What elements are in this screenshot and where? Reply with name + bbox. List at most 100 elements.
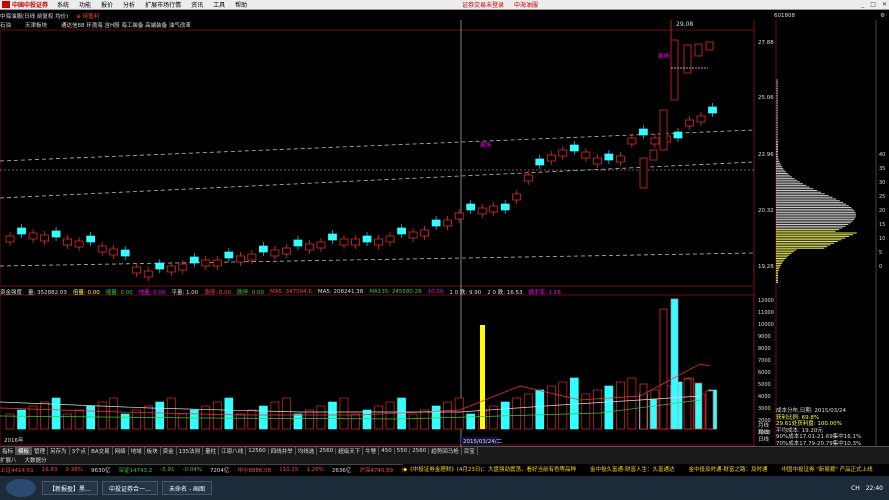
indicator-tab-15[interactable]: 均线选: [296, 447, 318, 455]
indicator-tab-10[interactable]: 135法则: [177, 447, 204, 455]
volume-bar-28: [328, 401, 337, 430]
indicator-tab-22[interactable]: 趋势回马枪: [429, 447, 462, 455]
candle-body-0: [5, 235, 15, 243]
minimize-icon[interactable]: _: [861, 1, 864, 8]
indicator-tab-1[interactable]: 模板: [16, 447, 33, 455]
menu-item-3[interactable]: 分析: [118, 0, 140, 9]
windows-taskbar: 【新报盈】黑… 中投证券合一… 未命名 - 画图 CH 22:40: [0, 476, 889, 500]
indicator-tabs: 指标 模板 管理 另存为 3个点 BA交易 网络 地域 板块 资金 135法则 量柱 江恩八线 12560…: [0, 446, 889, 455]
indicator-tab-8[interactable]: 板块: [145, 447, 161, 455]
surge-volume-1: [649, 398, 658, 430]
menu-item-7[interactable]: 帮助: [230, 0, 252, 9]
indicator-tab-17[interactable]: 超级天下: [336, 447, 364, 455]
settings-icon[interactable]: ⚙: [880, 13, 885, 19]
indicator-tab-20[interactable]: 550: [395, 448, 411, 454]
ticker-item-4: 深证14743.2: [118, 467, 153, 474]
menu-item-6[interactable]: 工具: [208, 0, 230, 9]
ticker-item-5: -5.91: [160, 466, 175, 473]
candle-body-31: [362, 235, 372, 243]
candle-body-42: [489, 205, 499, 213]
menu-item-2[interactable]: 报价: [96, 0, 118, 9]
volume-bar-40: [466, 413, 476, 430]
surge-candle-1: [649, 149, 658, 161]
extension-tab-1[interactable]: 大数据分: [25, 456, 47, 464]
price-volume-chart[interactable]: 29.08离场离场27.8825.0622.9620.3219.28403530…: [0, 20, 889, 446]
indicator-tab-3[interactable]: 另存为: [48, 447, 70, 455]
indicator-tab-16[interactable]: 2560: [317, 448, 337, 454]
volume-stat-1: 量: 352882.03: [28, 289, 67, 296]
candle-body-4: [51, 230, 61, 238]
candle-body-9: [109, 248, 119, 256]
price-tick-1: 25.06: [758, 95, 774, 101]
candle-body-35: [408, 231, 418, 239]
indicator-tab-12[interactable]: 江恩八线: [219, 447, 247, 455]
volume-bar-44: [512, 397, 522, 430]
start-button[interactable]: [6, 479, 36, 497]
indicator-tab-9[interactable]: 资金: [161, 447, 177, 455]
menu-item-0[interactable]: 系统: [52, 0, 74, 9]
candle-body-49: [569, 144, 579, 152]
menu-item-1[interactable]: 功能: [74, 0, 96, 9]
candle-body-29: [339, 238, 349, 246]
volume-bar-29: [339, 397, 349, 430]
indicator-tab-11[interactable]: 量柱: [203, 447, 220, 455]
indicator-tab-18[interactable]: 牛警: [363, 447, 380, 455]
ticker-item-11: 2636亿: [331, 467, 352, 474]
volume-bar-5: [63, 413, 72, 430]
brand-mark-icon: [2, 1, 10, 8]
indicator-tab-14[interactable]: 四线并举: [269, 447, 296, 455]
extension-tab-0[interactable]: 扩展八: [0, 456, 17, 464]
indicator-tab-13[interactable]: 12560: [246, 448, 269, 454]
volume-bar-51: [593, 389, 602, 430]
news-item-1[interactable]: 金中投久富通-财富人生：久富通达: [590, 465, 675, 473]
ticker-item-8: 中小8886.08: [237, 467, 272, 474]
ticker-item-9: 110.15: [279, 466, 299, 473]
volume-bar-23: [270, 401, 280, 430]
indicator-tab-23[interactable]: 百宝: [462, 447, 478, 455]
surge-volume-3: [670, 298, 679, 430]
menu-item-4[interactable]: 扩展市场行情: [140, 0, 186, 9]
taskbar-item-2[interactable]: 未命名 - 画图: [162, 481, 213, 495]
volume-bar-15: [178, 413, 188, 430]
candle-body-33: [385, 235, 395, 243]
candle-body-8: [97, 245, 107, 253]
candle-body-54: [627, 137, 637, 145]
volume-stat-14: 换手率: 1.18: [528, 289, 561, 296]
center-link-1[interactable]: 中海油服: [514, 0, 538, 9]
volume-bar-20: [236, 413, 245, 430]
candle-body-45: [523, 174, 533, 182]
news-item-2[interactable]: 金中投及时通-财富之路：及时通: [689, 465, 768, 473]
taskbar-item-0[interactable]: 【新报盈】黑…: [42, 481, 99, 495]
volume-stat-2: 倍量: 0.00: [72, 289, 100, 296]
news-item-3[interactable]: 中国中投证券 "新易顺" 产品正式上线: [782, 465, 873, 473]
maximize-icon[interactable]: □: [870, 1, 876, 8]
volume-stat-12: 1 0 跌: 9.90: [449, 289, 482, 296]
indicator-tab-4[interactable]: 3个点: [70, 447, 90, 455]
ticker-item-7: 7204亿: [209, 467, 230, 474]
candle-body-44: [512, 193, 522, 201]
close-icon[interactable]: ✕: [882, 1, 887, 8]
indicator-tab-7[interactable]: 地域: [129, 447, 145, 455]
surge-volume-2: [659, 308, 668, 430]
indicator-tab-2[interactable]: 管理: [32, 447, 49, 455]
candle-body-50: [581, 151, 591, 159]
volume-profile-tick-6: 10: [879, 236, 885, 242]
indicator-tab-19[interactable]: 450: [379, 448, 395, 454]
volume-profile-tick-4: 20: [879, 208, 885, 214]
indicator-tab-0[interactable]: 指标: [0, 447, 17, 455]
indicator-tab-5[interactable]: BA交易: [89, 447, 113, 455]
indicator-tab-21[interactable]: 2560: [410, 448, 430, 454]
volume-stat-3: 缩量: 0.00: [105, 289, 133, 296]
volume-bar-33: [385, 401, 395, 430]
profit-tag[interactable]: ⊕ 待盈利: [76, 12, 99, 20]
taskbar-item-1[interactable]: 中投证券合一…: [102, 481, 159, 495]
surge-candle-6: [705, 41, 714, 51]
candle-body-24: [282, 247, 291, 255]
volume-stat-10: MA135: 245580.28: [369, 288, 422, 295]
high-price-label: 29.08: [676, 21, 693, 28]
price-tick-2: 22.96: [758, 152, 774, 158]
news-item-0[interactable]: ◆《中投证券金理财》(4月23日)：大盘强劲震荡，看好当前有色等品种: [403, 465, 576, 473]
menu-item-5[interactable]: 资讯: [186, 0, 208, 9]
center-link-0[interactable]: 证券交易未登录: [462, 0, 504, 9]
indicator-tab-6[interactable]: 网络: [113, 447, 129, 455]
